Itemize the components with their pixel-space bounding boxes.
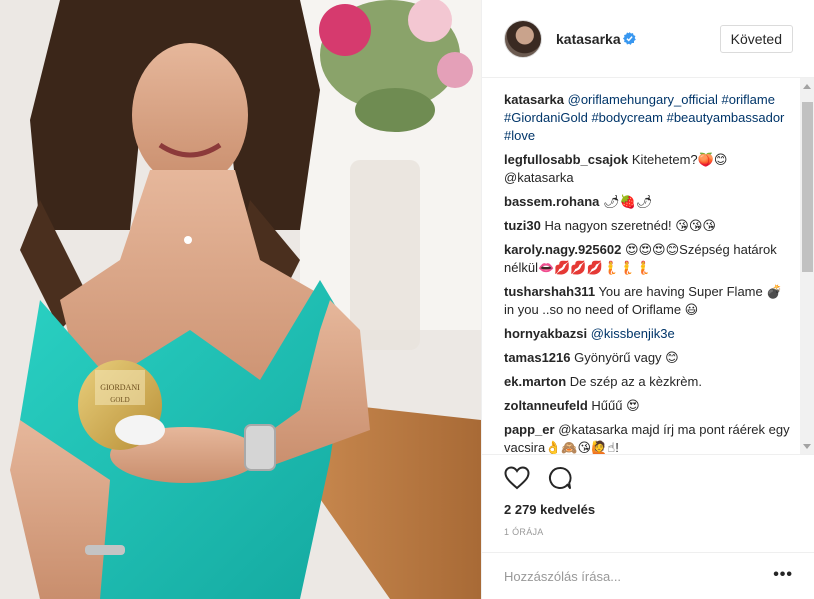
comment-item: papp_er @katasarka majd írj ma pont ráér… (504, 421, 792, 454)
comment-author[interactable]: tuzi30 (504, 218, 541, 233)
comment-item: bassem.rohana 🌶🍓🌶 (504, 193, 792, 211)
comment-text: Hűűű 😍 (591, 398, 640, 413)
more-options-icon[interactable]: ••• (773, 567, 793, 583)
comment-author[interactable]: papp_er (504, 422, 555, 437)
post-details-panel: katasarka Követed katasarka @oriflamehun… (481, 0, 814, 599)
comment-author[interactable]: tamas1216 (504, 350, 571, 365)
comment-list: katasarka @oriflamehungary_official #ori… (504, 91, 792, 454)
scrollbar-thumb[interactable] (802, 102, 813, 272)
following-button[interactable]: Követed (719, 25, 793, 53)
comment-item: legfullosabb_csajok Kitehetem?🍑😊 @katasa… (504, 151, 792, 187)
comment-item: tuzi30 Ha nagyon szeretnéd! 😘😘😘 (504, 217, 792, 235)
comment-item: tusharshah311 You are having Super Flame… (504, 283, 792, 319)
comment-item: zoltanneufeld Hűűű 😍 (504, 397, 792, 415)
comment-mention[interactable]: @kissbenjik3e (591, 326, 675, 341)
scroll-down-arrow-icon[interactable] (803, 444, 811, 449)
caption: katasarka @oriflamehungary_official #ori… (504, 91, 792, 145)
comment-bubble-icon[interactable] (548, 466, 572, 490)
add-comment-section: ••• (482, 552, 814, 599)
comment-item: ek.marton De szép az a kèzkrèm. (504, 373, 792, 391)
comment-item: tamas1216 Gyönyörű vagy 😊 (504, 349, 792, 367)
avatar[interactable] (504, 20, 542, 58)
comment-author[interactable]: bassem.rohana (504, 194, 599, 209)
post-header: katasarka Követed (482, 0, 814, 78)
post-actions (504, 466, 586, 492)
comment-text: Ha nagyon szeretnéd! 😘😘😘 (544, 218, 716, 233)
comment-author[interactable]: tusharshah311 (504, 284, 595, 299)
comment-item: hornyakbazsi @kissbenjik3e (504, 325, 792, 343)
post-photo[interactable]: GIORDANI GOLD (0, 0, 481, 599)
verified-badge-icon (623, 32, 636, 45)
product-line-text: GOLD (110, 396, 129, 404)
comment-text: De szép az a kèzkrèm. (569, 374, 702, 389)
comment-text: 🌶🍓🌶 (603, 194, 653, 209)
caption-author[interactable]: katasarka (504, 92, 564, 107)
comment-author[interactable]: ek.marton (504, 374, 566, 389)
username-link[interactable]: katasarka (556, 31, 621, 47)
scroll-up-arrow-icon[interactable] (803, 84, 811, 89)
comment-text: Gyönyörű vagy 😊 (574, 350, 679, 365)
post-timestamp[interactable]: 1 ÓRÁJA (504, 527, 544, 537)
post-image: GIORDANI GOLD (0, 0, 481, 599)
comment-author[interactable]: zoltanneufeld (504, 398, 588, 413)
comment-input[interactable] (504, 565, 754, 587)
comment-author[interactable]: legfullosabb_csajok (504, 152, 628, 167)
comment-author[interactable]: karoly.nagy.925602 (504, 242, 621, 257)
comment-item: karoly.nagy.925602 😍😍😍😊Szépség határok n… (504, 241, 792, 277)
product-brand-text: GIORDANI (100, 383, 140, 392)
likes-count[interactable]: 2 279 kedvelés (504, 502, 595, 517)
heart-outline-icon[interactable] (504, 466, 530, 490)
comments-scrollbar[interactable] (800, 78, 814, 454)
comments-section: katasarka @oriflamehungary_official #ori… (482, 78, 814, 455)
comment-author[interactable]: hornyakbazsi (504, 326, 587, 341)
